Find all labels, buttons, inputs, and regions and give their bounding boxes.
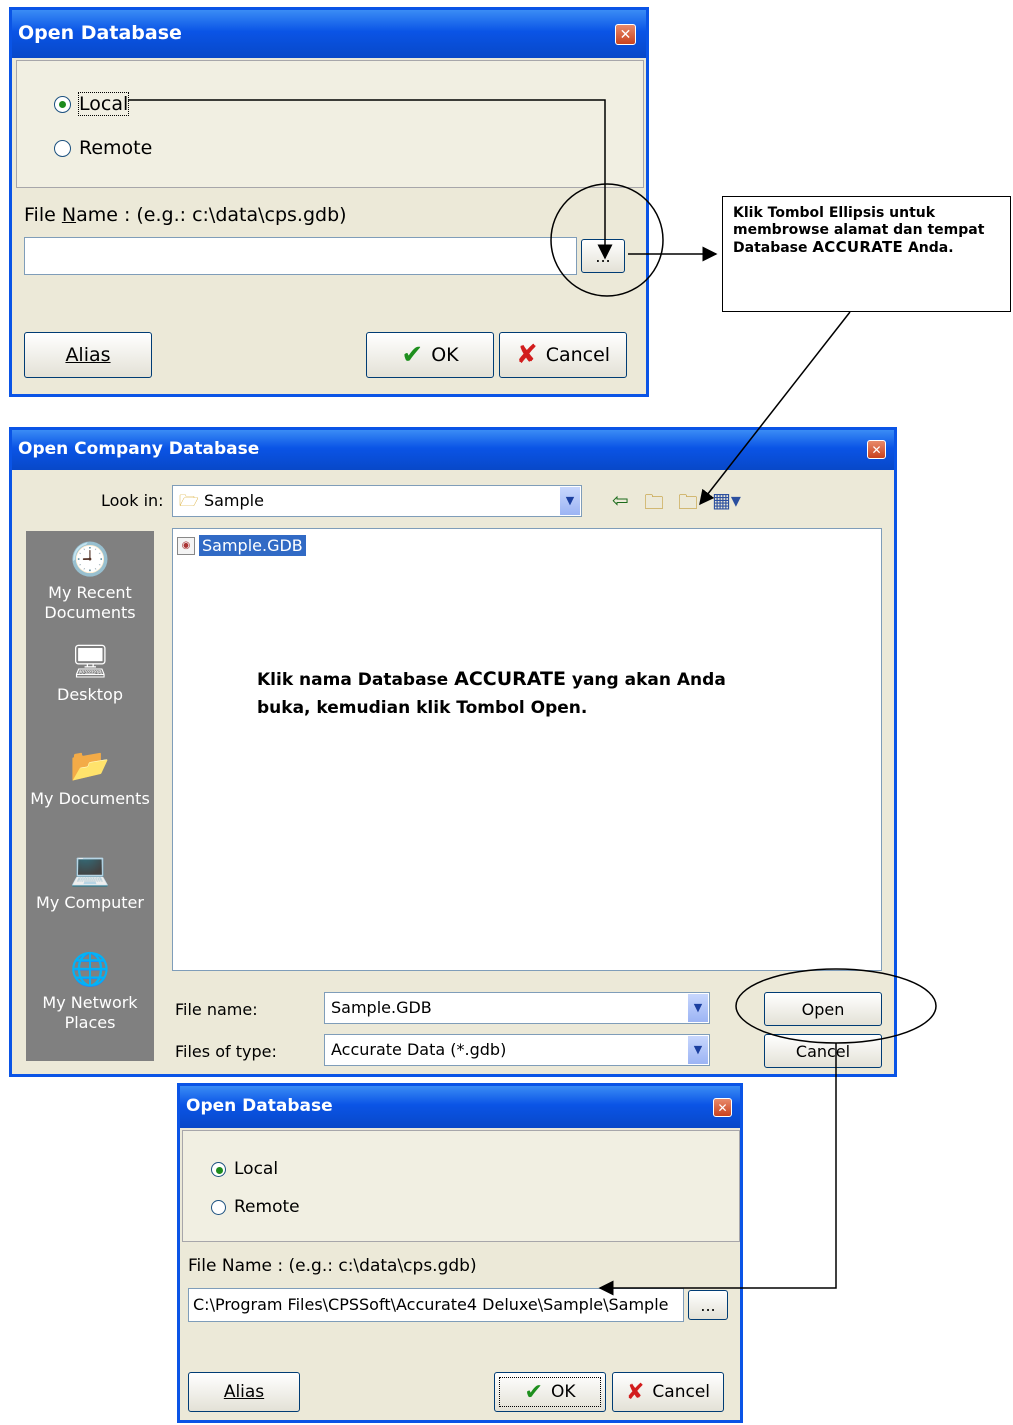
arrow-callout-to-toolbar	[699, 311, 851, 506]
arrow-local-to-ellipsis	[128, 99, 613, 260]
ellipsis-highlight-circle	[550, 183, 664, 297]
arrow-open-to-filename	[598, 1043, 837, 1296]
open-button-highlight-ellipse	[735, 968, 937, 1044]
annotation-overlay	[128, 99, 937, 1296]
